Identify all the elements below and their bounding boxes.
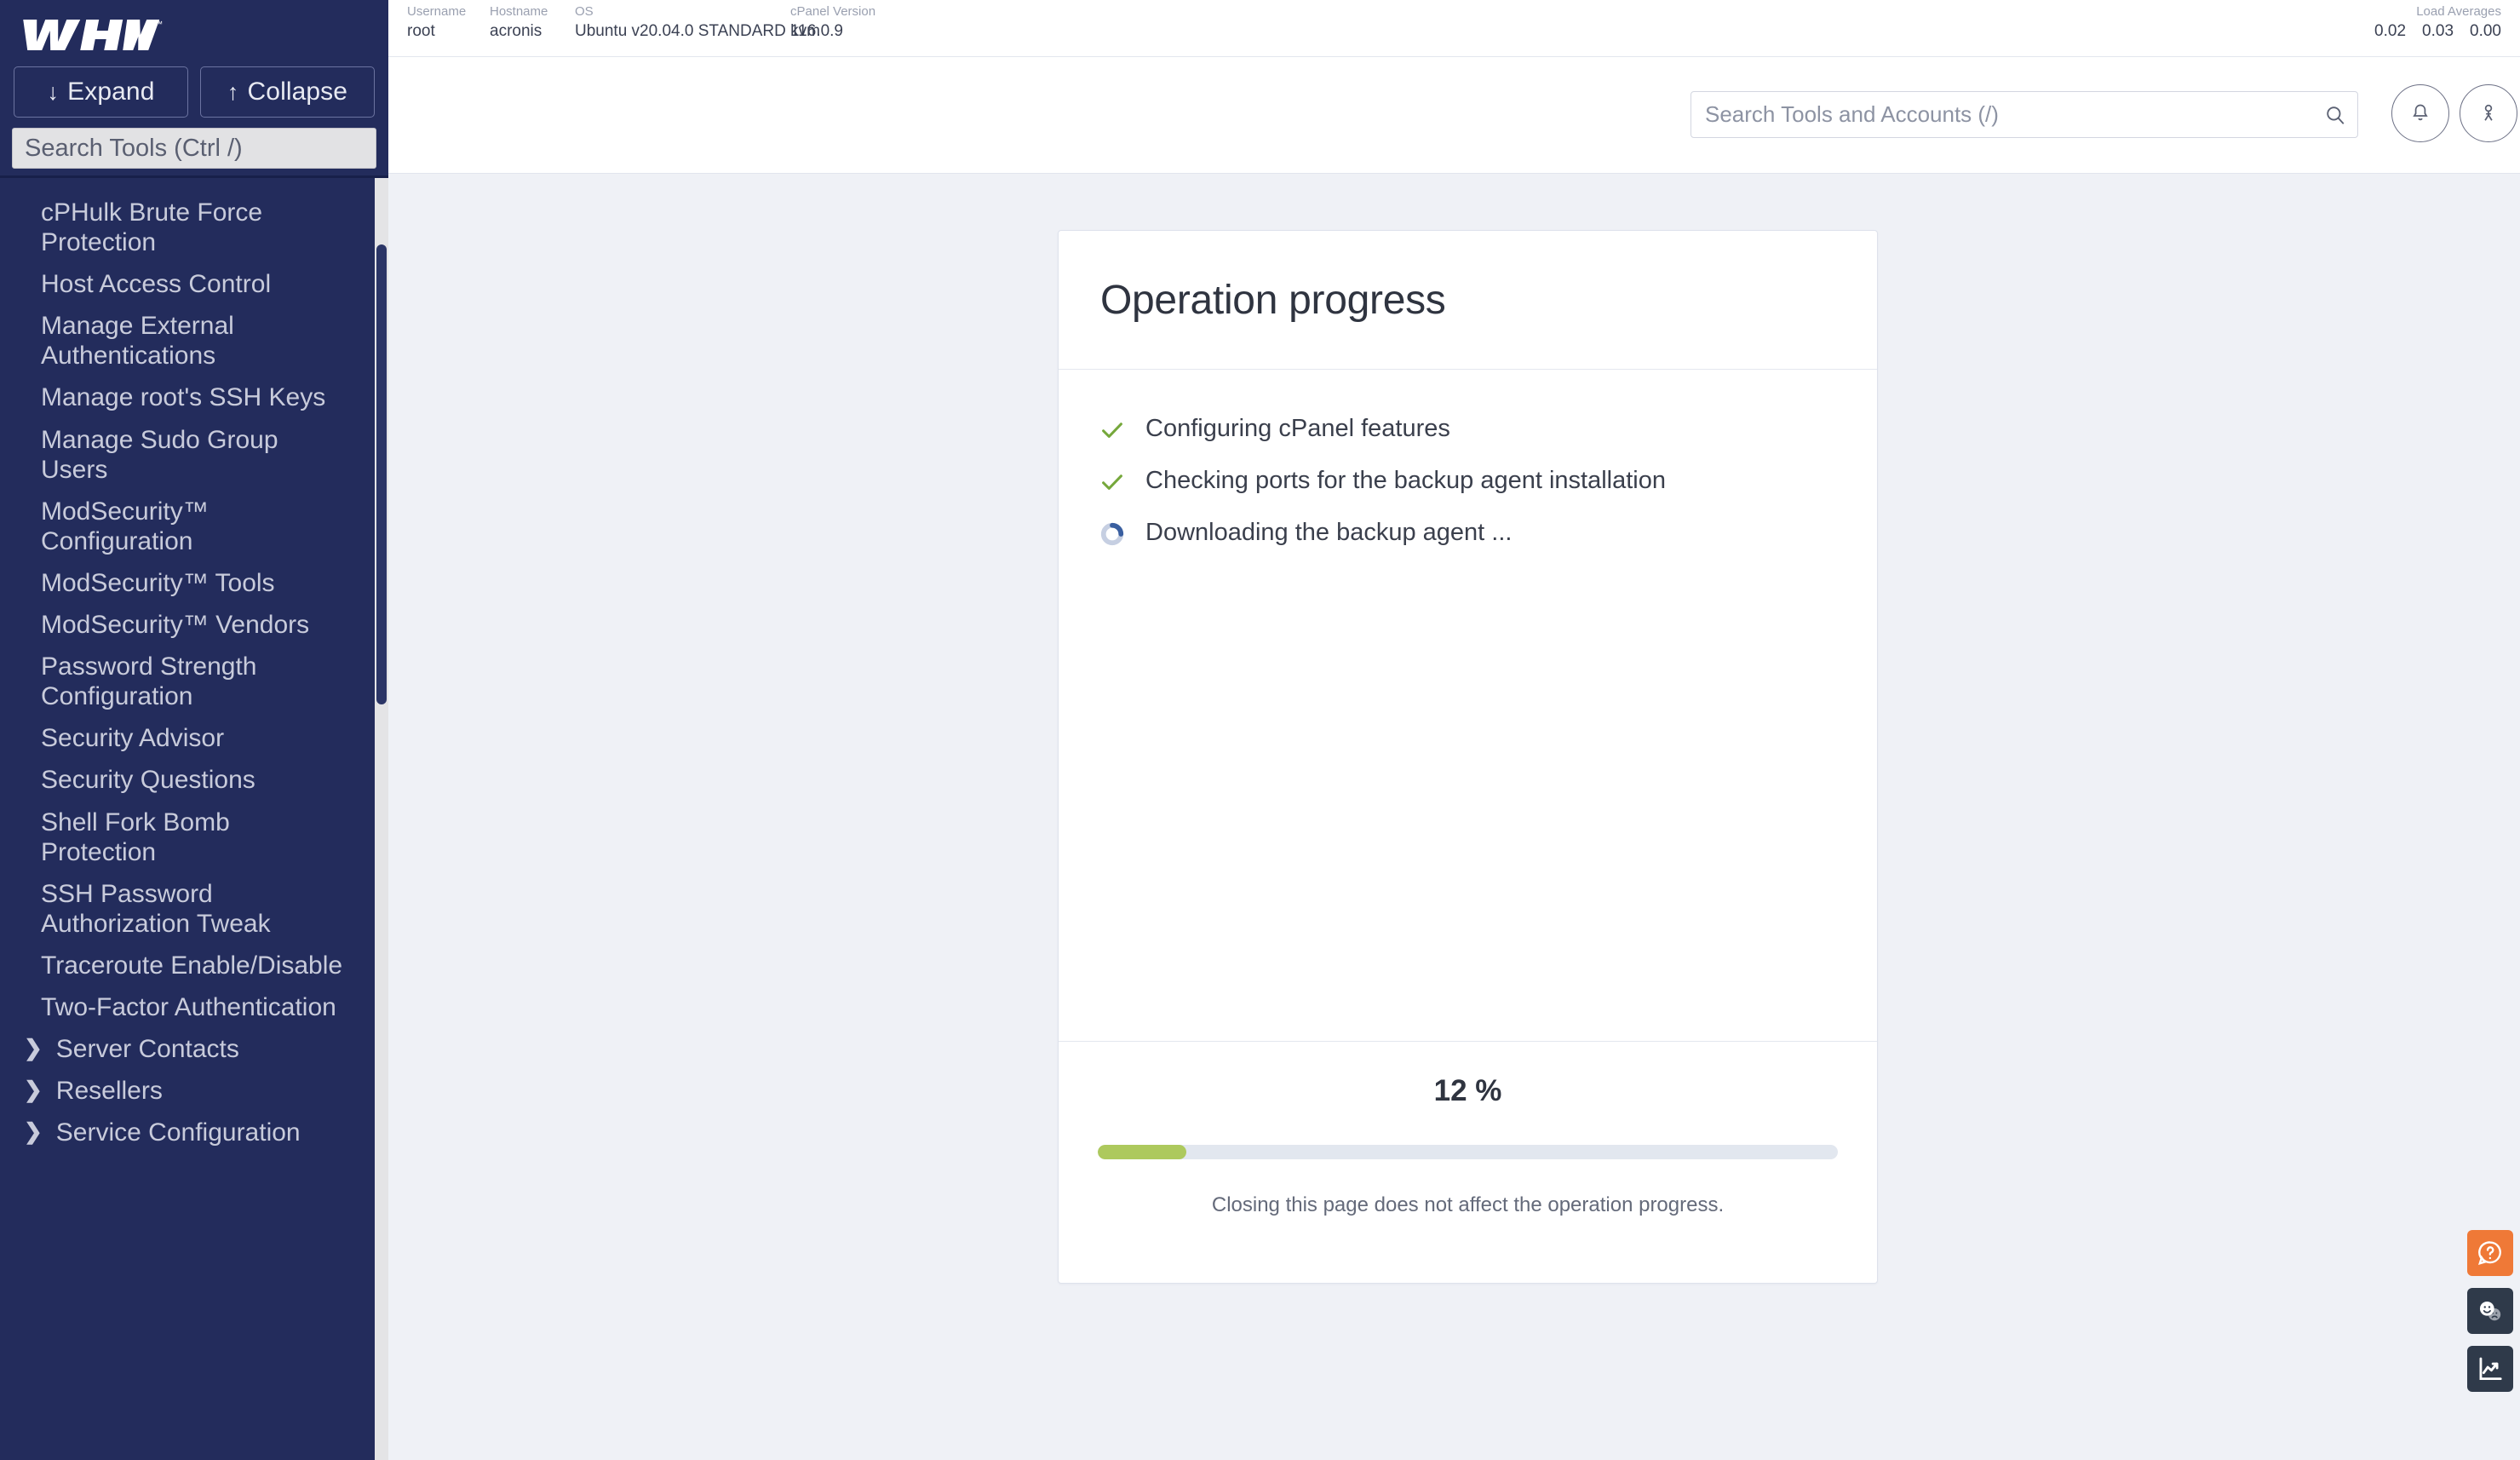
username-info: Username root — [407, 4, 466, 42]
arrow-up-icon: ↑ — [227, 78, 239, 105]
sidebar-item-manage-root-s-ssh-keys[interactable]: Manage root's SSH Keys — [0, 376, 375, 418]
load-average-value: 0.00 — [2470, 21, 2501, 40]
spinner-icon — [1098, 520, 1127, 549]
chevron-right-icon: ❯ — [24, 1118, 43, 1145]
load-average-value: 0.03 — [2422, 21, 2454, 40]
bell-icon — [2413, 104, 2428, 121]
sidebar-item-modsecurity-vendors[interactable]: ModSecurity™ Vendors — [0, 604, 375, 646]
global-header — [388, 57, 2520, 174]
progress-bar-track — [1098, 1145, 1838, 1159]
load-averages-info: Load Averages 0.02 0.03 0.00 — [2374, 4, 2501, 42]
cpanel-version-value: 116.0.9 — [790, 21, 843, 40]
progress-percent-label: 12 % — [1433, 1074, 1502, 1107]
collapse-button[interactable]: ↑ Collapse — [200, 66, 375, 118]
sidebar-item-shell-fork-bomb-protection[interactable]: Shell Fork Bomb Protection — [0, 802, 375, 873]
os-info: OS Ubuntu v20.04.0 STANDARD kvm — [575, 4, 820, 42]
sidebar-expand-collapse-row: ↓ Expand ↑ Collapse — [0, 66, 388, 128]
whm-app: ™ ↓ Expand ↑ Collapse cPHulk Brute Force… — [0, 0, 2520, 1460]
hostname-info: Hostname acronis — [490, 4, 548, 42]
arrow-down-icon: ↓ — [47, 78, 60, 105]
global-search-wrap — [1691, 91, 2358, 138]
username-label: Username — [407, 4, 467, 19]
sidebar-item-label: Server Contacts — [55, 1035, 239, 1064]
sidebar-item-service-configuration[interactable]: ❯ Service Configuration — [0, 1112, 375, 1153]
load-averages-values: 0.02 0.03 0.00 — [2374, 20, 2501, 43]
sidebar-item-password-strength-configuration[interactable]: Password Strength Configuration — [0, 646, 375, 717]
chevron-right-icon: ❯ — [24, 1077, 43, 1103]
sidebar-item-resellers[interactable]: ❯ Resellers — [0, 1070, 375, 1112]
whm-logo: ™ — [0, 0, 388, 66]
sidebar-item-security-advisor[interactable]: Security Advisor — [0, 717, 375, 759]
progress-step: Checking ports for the backup agent inst… — [1098, 466, 1838, 497]
os-label: OS — [575, 4, 594, 19]
hostname-value: acronis — [490, 21, 542, 40]
progress-footnote: Closing this page does not affect the op… — [1211, 1193, 1725, 1216]
feedback-button[interactable] — [2467, 1288, 2513, 1334]
sidebar-menu: cPHulk Brute Force Protection Host Access… — [0, 178, 375, 1153]
feedback-faces-icon — [2479, 1301, 2501, 1321]
cpanel-version-label: cPanel Version — [790, 4, 876, 19]
progress-step-label: Configuring cPanel features — [1145, 415, 1450, 442]
sidebar-item-cphulk-brute-force-protection[interactable]: cPHulk Brute Force Protection — [0, 192, 375, 263]
sidebar-item-modsecurity-configuration[interactable]: ModSecurity™ Configuration — [0, 491, 375, 562]
notifications-button[interactable] — [2391, 84, 2449, 142]
sidebar-item-manage-external-authentications[interactable]: Manage External Authentications — [0, 305, 375, 376]
page-title: Operation progress — [1100, 277, 1446, 323]
account-button[interactable] — [2460, 84, 2517, 142]
check-icon — [1098, 416, 1127, 445]
sidebar-item-host-access-control[interactable]: Host Access Control — [0, 263, 375, 305]
sidebar-item-two-factor-authentication[interactable]: Two-Factor Authentication — [0, 986, 375, 1028]
cpanel-version-info: cPanel Version 116.0.9 — [790, 4, 875, 42]
progress-step: Downloading the backup agent ... — [1098, 518, 1838, 549]
sidebar-search-input[interactable] — [12, 128, 376, 169]
svg-text:™: ™ — [155, 20, 163, 28]
sidebar: ™ ↓ Expand ↑ Collapse cPHulk Brute Force… — [0, 0, 388, 1460]
load-averages-label: Load Averages — [2416, 4, 2501, 19]
expand-button[interactable]: ↓ Expand — [14, 66, 188, 118]
sidebar-item-traceroute-enable-disable[interactable]: Traceroute Enable/Disable — [0, 945, 375, 986]
chevron-right-icon: ❯ — [24, 1035, 43, 1061]
progress-step-label: Downloading the backup agent ... — [1145, 519, 1513, 546]
hostname-label: Hostname — [490, 4, 548, 19]
card-header: Operation progress — [1059, 231, 1877, 370]
help-chat-icon — [2478, 1241, 2501, 1265]
card-footer: 12 % Closing this page does not affect t… — [1059, 1041, 1877, 1283]
sidebar-scrollbar-track[interactable] — [375, 178, 388, 1460]
chart-trend-icon — [2479, 1357, 2502, 1381]
progress-step-label: Checking ports for the backup agent inst… — [1145, 467, 1666, 494]
sidebar-item-modsecurity-tools[interactable]: ModSecurity™ Tools — [0, 562, 375, 604]
load-average-value: 0.02 — [2374, 21, 2407, 40]
sidebar-item-manage-sudo-group-users[interactable]: Manage Sudo Group Users — [0, 419, 375, 491]
sidebar-header: ™ ↓ Expand ↑ Collapse — [0, 0, 388, 178]
sidebar-scroll-area: cPHulk Brute Force Protection Host Access… — [0, 178, 388, 1460]
operation-progress-card: Operation progress Configuring cPanel fe… — [1058, 230, 1878, 1284]
sidebar-item-security-questions[interactable]: Security Questions — [0, 759, 375, 801]
sidebar-search-wrap — [0, 128, 388, 175]
progress-steps-list: Configuring cPanel features Checking port… — [1059, 370, 1877, 1041]
sidebar-scrollbar-thumb[interactable] — [376, 244, 387, 704]
sidebar-item-label: Service Configuration — [55, 1118, 301, 1147]
progress-step: Configuring cPanel features — [1098, 414, 1838, 445]
username-value: root — [407, 21, 435, 40]
search-icon[interactable] — [2324, 104, 2346, 126]
progress-bar-fill — [1098, 1145, 1187, 1159]
collapse-button-label: Collapse — [247, 78, 348, 106]
help-button[interactable] — [2467, 1230, 2513, 1276]
sidebar-item-server-contacts[interactable]: ❯ Server Contacts — [0, 1028, 375, 1070]
search-input[interactable] — [1691, 91, 2358, 138]
server-info-bar: Username root Hostname acronis OS Ubuntu… — [388, 0, 2520, 57]
expand-button-label: Expand — [67, 78, 155, 106]
os-value: Ubuntu v20.04.0 STANDARD kvm — [575, 21, 820, 40]
check-icon — [1098, 468, 1127, 497]
statistics-button[interactable] — [2467, 1346, 2513, 1392]
sidebar-item-ssh-password-authorization-tweak[interactable]: SSH Password Authorization Tweak — [0, 873, 375, 945]
user-icon — [2484, 104, 2493, 121]
sidebar-item-label: Resellers — [55, 1077, 163, 1106]
main-content: Operation progress Configuring cPanel fe… — [388, 174, 2520, 1460]
